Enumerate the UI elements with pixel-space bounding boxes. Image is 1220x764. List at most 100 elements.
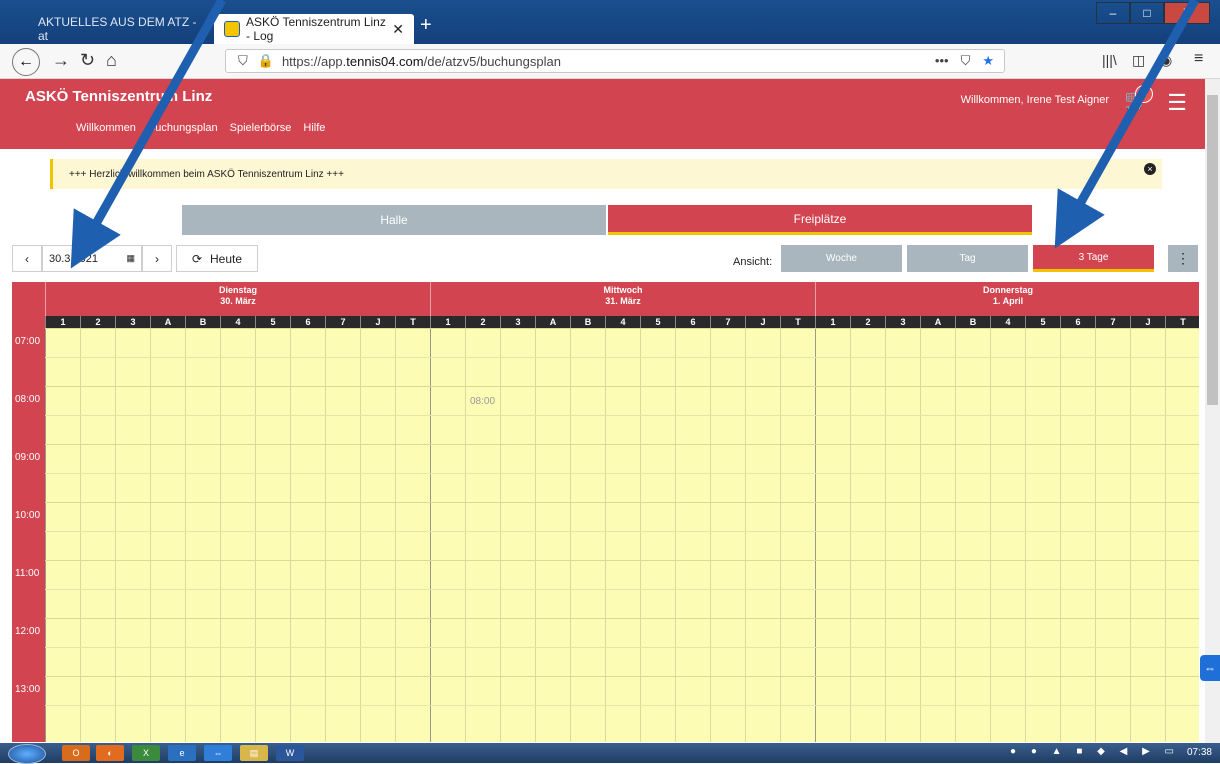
court-label: 7: [710, 316, 745, 328]
cart-count-badge: 0: [1135, 85, 1153, 103]
day-date: 1. April: [992, 296, 1024, 306]
court-label: 2: [850, 316, 885, 328]
court-header-row: 123AB4567JT: [815, 316, 1199, 328]
court-column-line: [220, 328, 221, 742]
tab-halle[interactable]: Halle: [182, 205, 606, 235]
court-label: 6: [290, 316, 325, 328]
word-icon[interactable]: W: [276, 745, 304, 761]
time-slot-line: [45, 618, 1199, 619]
court-column-line: [535, 328, 536, 742]
time-slot-line: [45, 357, 1199, 358]
windows-taskbar: O ◐ X e ⇔ ▤ W ● ● ▲ ■ ◆ ◀ ▶ ▭ 07:38: [0, 743, 1220, 764]
court-label: 1: [45, 316, 80, 328]
browser-menu-icon[interactable]: ≡: [1194, 50, 1203, 68]
sidebar-icon[interactable]: ◫: [1132, 52, 1145, 69]
app-title[interactable]: ASKÖ Tenniszentrum Linz: [25, 88, 212, 105]
court-column-line: [325, 328, 326, 742]
more-options-icon[interactable]: ⋮: [1168, 245, 1198, 272]
home-icon[interactable]: ⌂: [106, 50, 117, 71]
scrollbar-thumb[interactable]: [1207, 95, 1218, 405]
back-arrow-icon[interactable]: ←: [12, 48, 40, 76]
court-label: A: [920, 316, 955, 328]
minimize-button[interactable]: –: [1096, 2, 1130, 24]
today-label: Heute: [210, 251, 243, 266]
close-tab-icon[interactable]: ✕: [392, 21, 404, 38]
court-label: 1: [430, 316, 465, 328]
reload-icon[interactable]: ↻: [80, 50, 95, 71]
day-name: Dienstag: [218, 285, 257, 295]
previous-day-button[interactable]: ‹: [12, 245, 42, 272]
court-column-line: [395, 328, 396, 742]
court-label: 4: [605, 316, 640, 328]
excel-icon[interactable]: X: [132, 745, 160, 761]
view-woche-button[interactable]: Woche: [781, 245, 902, 272]
view-tag-button[interactable]: Tag: [907, 245, 1028, 272]
day-header: Mittwoch 31. März: [430, 282, 815, 316]
time-label: 12:00: [15, 626, 41, 637]
url-bar[interactable]: ⛉ 🔒 https://app. tennis04.com/de/atzv5/bu…: [225, 49, 1005, 73]
maximize-button[interactable]: □: [1130, 2, 1164, 24]
tab-freiplaetze[interactable]: Freiplätze: [608, 205, 1032, 235]
browser-tab-askoe[interactable]: ASKÖ Tenniszentrum Linz - Log ✕: [214, 14, 414, 44]
nav-willkommen[interactable]: Willkommen: [76, 122, 136, 134]
date-value: 30.3.2021: [49, 252, 98, 265]
browser-tab-aktuelles[interactable]: AKTUELLES AUS DEM ATZ - at: [28, 14, 212, 44]
close-notice-icon[interactable]: ×: [1144, 163, 1156, 175]
time-label: 11:00: [15, 568, 40, 579]
calendar-icon[interactable]: ▦: [126, 253, 135, 264]
court-column-line: [115, 328, 116, 742]
nav-buchungsplan[interactable]: Buchungsplan: [148, 122, 218, 134]
lock-icon[interactable]: 🔒: [258, 53, 274, 69]
time-label: 07:00: [15, 336, 41, 347]
court-label: A: [535, 316, 570, 328]
explorer-icon[interactable]: ▤: [240, 745, 268, 761]
shield-icon[interactable]: ⛉: [238, 53, 248, 69]
booking-slot-marker[interactable]: 08:00: [470, 396, 495, 407]
next-day-button[interactable]: ›: [142, 245, 172, 272]
account-icon[interactable]: ◉: [1160, 52, 1172, 69]
time-slot-line: [45, 676, 1199, 677]
close-window-button[interactable]: X: [1164, 2, 1210, 24]
welcome-user[interactable]: Willkommen, Irene Test Aigner: [961, 94, 1109, 106]
firefox-icon[interactable]: ◐: [96, 745, 124, 761]
hamburger-menu-icon[interactable]: ☰: [1167, 90, 1187, 116]
court-label: J: [360, 316, 395, 328]
time-label: 13:00: [15, 684, 41, 695]
today-button[interactable]: ⟳ Heute: [176, 245, 258, 272]
time-slot-line: [45, 502, 1199, 503]
pocket-icon[interactable]: ⛉: [961, 53, 971, 69]
clock: 07:38: [1186, 747, 1212, 758]
court-label: B: [185, 316, 220, 328]
library-icon[interactable]: |||\: [1102, 52, 1117, 68]
time-slot-line: [45, 386, 1199, 387]
internet-explorer-icon[interactable]: e: [168, 745, 196, 761]
forward-arrow-icon[interactable]: →: [52, 50, 70, 71]
page-actions-icon[interactable]: •••: [935, 53, 949, 69]
court-column-line: [815, 328, 816, 742]
day-name: Mittwoch: [603, 285, 643, 295]
court-column-line: [255, 328, 256, 742]
outlook-icon[interactable]: O: [62, 745, 90, 761]
view-3-tage-button[interactable]: 3 Tage: [1033, 245, 1154, 272]
start-button[interactable]: [8, 744, 46, 764]
teamviewer-icon[interactable]: ⇔: [1200, 655, 1220, 681]
court-column-line: [290, 328, 291, 742]
browser-tab-bar: AKTUELLES AUS DEM ATZ - at ASKÖ Tennisze…: [0, 0, 1220, 44]
tab-label: ASKÖ Tenniszentrum Linz - Log: [246, 15, 386, 43]
court-label: 3: [115, 316, 150, 328]
refresh-icon: ⟳: [191, 251, 203, 266]
teamviewer-taskbar-icon[interactable]: ⇔: [204, 745, 232, 761]
time-label: 10:00: [15, 510, 41, 521]
day-date: 30. März: [220, 296, 256, 306]
court-column-line: [1165, 328, 1166, 742]
system-tray-icons[interactable]: ● ● ▲ ■ ◆ ◀ ▶ ▭: [1010, 746, 1180, 757]
bookmark-star-icon[interactable]: ★: [982, 53, 994, 69]
court-label: 4: [990, 316, 1025, 328]
court-column-line: [500, 328, 501, 742]
nav-hilfe[interactable]: Hilfe: [303, 122, 325, 134]
date-picker[interactable]: 30.3.2021 ▦: [42, 245, 142, 272]
nav-spielerboerse[interactable]: Spielerbörse: [230, 122, 292, 134]
court-column-line: [570, 328, 571, 742]
new-tab-button[interactable]: +: [420, 14, 432, 37]
url-scheme: https://app.: [281, 53, 347, 69]
